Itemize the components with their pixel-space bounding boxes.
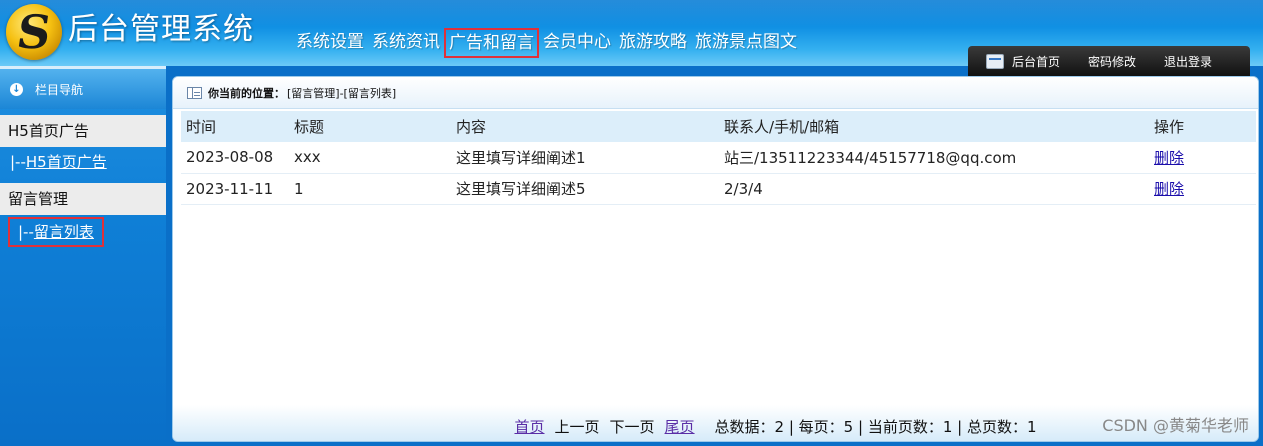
cell-content: 这里填写详细阐述1 (456, 148, 586, 167)
sidebar-item-h5-ads[interactable]: |--H5首页广告 (0, 147, 166, 177)
breadcrumb: 你当前的位置： [留言管理]-[留言列表] (173, 77, 1258, 109)
arrow-down-circle-icon: ↓ (10, 82, 23, 96)
pagination-stats: 总数据：2 | 每页：5 | 当前页数：1 | 总页数：1 (714, 417, 1037, 436)
admin-home-link[interactable]: 后台首页 (1012, 53, 1060, 70)
top-nav-system-settings[interactable]: 系统设置 (292, 28, 368, 58)
cell-time: 2023-11-11 (186, 179, 274, 198)
top-nav-member-center[interactable]: 会员中心 (539, 28, 615, 58)
logo-letter: S (13, 5, 55, 59)
sidebar-item-prefix: |-- (18, 223, 34, 241)
app-title: 后台管理系统 (68, 12, 254, 47)
delete-link[interactable]: 删除 (1154, 180, 1184, 198)
cell-action: 删除 (1149, 173, 1256, 204)
cell-time: 2023-08-08 (186, 148, 274, 167)
cell-title: xxx (294, 148, 321, 167)
breadcrumb-label: 你当前的位置： (208, 86, 285, 100)
column-header-content: 内容 (456, 118, 487, 136)
sidebar-group-messages: 留言管理 (0, 183, 166, 215)
calendar-icon (986, 53, 1004, 69)
top-nav-travel-guide[interactable]: 旅游攻略 (615, 28, 691, 58)
next-page-button[interactable]: 下一页 (610, 416, 655, 437)
logo-icon: S (6, 4, 62, 60)
last-page-link[interactable]: 尾页 (665, 416, 695, 437)
prev-page-button[interactable]: 上一页 (555, 416, 600, 437)
cell-content: 这里填写详细阐述5 (456, 180, 586, 198)
sidebar-item-prefix: |-- (10, 153, 26, 171)
quick-bar: 后台首页 密码修改 退出登录 (968, 46, 1250, 76)
top-nav-ads-messages[interactable]: 广告和留言 (444, 28, 539, 58)
delete-link[interactable]: 删除 (1154, 149, 1184, 167)
message-table: 时间 标题 内容 联系人/手机/邮箱 操作 2023-08-08 xxx 这里填… (181, 111, 1256, 205)
sidebar-group-h5-ads: H5首页广告 (0, 115, 166, 147)
logout-link[interactable]: 退出登录 (1164, 53, 1212, 70)
column-header-action: 操作 (1154, 118, 1185, 136)
sidebar-item-message-list[interactable]: |--留言列表 (8, 217, 104, 247)
top-nav-scenic-spots[interactable]: 旅游景点图文 (691, 28, 801, 58)
table-row: 2023-11-11 1 这里填写详细阐述5 2/3/4 删除 (181, 173, 1256, 204)
cell-action: 删除 (1149, 142, 1256, 173)
cell-contact: 2/3/4 (724, 179, 763, 198)
first-page-link[interactable]: 首页 (514, 416, 544, 437)
cell-contact: 站三/13511223344/45157718@qq.com (724, 148, 1017, 167)
sidebar-item-label: 留言列表 (33, 223, 94, 241)
column-header-contact: 联系人/手机/邮箱 (724, 118, 840, 136)
breadcrumb-path: [留言管理]-[留言列表] (287, 86, 397, 100)
sidebar-item-label: H5首页广告 (25, 153, 107, 171)
main-panel: 你当前的位置： [留言管理]-[留言列表] 时间 标题 内容 联系人/手机/邮箱… (172, 76, 1259, 442)
table-row: 2023-08-08 xxx 这里填写详细阐述1 站三/13511223344/… (181, 142, 1256, 173)
sidebar-title: 栏目导航 (35, 82, 84, 97)
table-header-row: 时间 标题 内容 联系人/手机/邮箱 操作 (181, 111, 1256, 142)
sidebar: ↓ 栏目导航 H5首页广告 |--H5首页广告 留言管理 |--留言列表 (0, 66, 166, 446)
top-nav: 系统设置 系统资讯 广告和留言 会员中心 旅游攻略 旅游景点图文 (292, 28, 801, 58)
watermark: CSDN @黄菊华老师 (1102, 416, 1249, 435)
cell-title: 1 (294, 179, 304, 198)
change-password-link[interactable]: 密码修改 (1088, 53, 1136, 70)
top-nav-system-news[interactable]: 系统资讯 (368, 28, 444, 58)
column-header-time: 时间 (186, 118, 217, 136)
pagination: 首页 上一页 下一页 尾页 总数据：2 | 每页：5 | 当前页数：1 | 总页… (173, 415, 1258, 437)
column-header-title: 标题 (294, 118, 325, 136)
list-icon (187, 86, 202, 99)
sidebar-header: ↓ 栏目导航 (0, 69, 166, 109)
